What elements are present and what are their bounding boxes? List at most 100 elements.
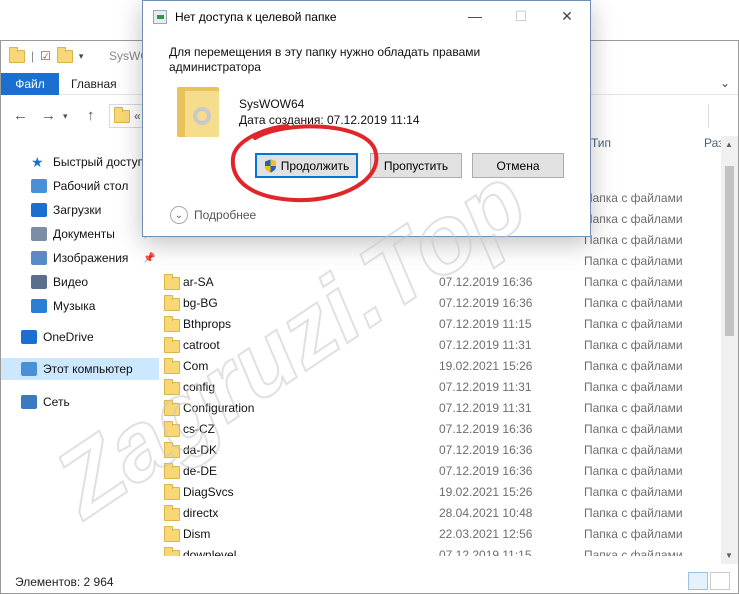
file-row[interactable]: ar-SA 07.12.2019 16:36 Папка с файлами (161, 272, 738, 293)
file-type: Папка с файлами (584, 254, 683, 268)
folder-icon (164, 526, 180, 542)
tab-home[interactable]: Главная (71, 77, 117, 91)
file-row[interactable]: Папка с файлами (161, 251, 738, 272)
chevron-down-icon[interactable]: ⌄ (720, 76, 730, 90)
sidebar-item[interactable]: ★ Быстрый доступ (1, 151, 159, 173)
scroll-up-icon[interactable]: ▲ (725, 140, 733, 149)
desktop-icon (31, 179, 47, 193)
sidebar-item-label: Документы (53, 227, 115, 241)
file-date: 07.12.2019 16:36 (439, 275, 533, 289)
sidebar-item[interactable]: Документы📌 (1, 223, 159, 245)
folder-icon (164, 358, 180, 374)
folder-icon (164, 484, 180, 500)
forward-arrow-icon[interactable]: → (41, 107, 56, 124)
file-row[interactable]: directx 28.04.2021 10:48 Папка с файлами (161, 503, 738, 524)
quick-access-toolbar: | ☑ ▾ (9, 46, 84, 63)
sidebar-item[interactable]: Изображения 📌 (1, 247, 159, 269)
dialog-message: Для перемещения в эту папку нужно облада… (169, 45, 481, 74)
details-toggle[interactable]: ⌄ Подробнее (170, 206, 256, 224)
file-date: 07.12.2019 16:36 (439, 422, 533, 436)
star-icon: ★ (31, 154, 44, 170)
file-name: Bthprops (183, 317, 232, 331)
file-date: 19.02.2021 15:26 (439, 359, 533, 373)
dialog-title: Нет доступа к целевой папке (175, 10, 337, 24)
sidebar-item[interactable]: Рабочий стол (1, 175, 159, 197)
file-date: 07.12.2019 11:15 (439, 317, 532, 331)
skip-button[interactable]: Пропустить (370, 153, 462, 178)
computer-icon (21, 362, 37, 376)
file-date: 07.12.2019 11:31 (439, 401, 532, 415)
close-icon[interactable]: ✕ (544, 1, 590, 31)
folder-icon (114, 106, 130, 123)
file-type: Папка с файлами (584, 443, 683, 457)
status-bar: Элементов: 2 964 (1, 571, 738, 593)
sidebar-item-label: Загрузки (53, 203, 102, 217)
large-icons-view-icon[interactable] (710, 572, 730, 590)
file-row[interactable]: bg-BG 07.12.2019 16:36 Папка с файлами (161, 293, 738, 314)
file-name: downlevel (183, 548, 237, 556)
file-type: Папка с файлами (584, 296, 683, 310)
file-row[interactable]: Configuration 07.12.2019 11:31 Папка с фай… (161, 398, 738, 419)
sidebar-item[interactable]: OneDrive (1, 326, 159, 348)
back-arrow-icon[interactable]: ← (13, 107, 28, 124)
folder-icon (164, 400, 180, 416)
sidebar-item-label: Этот компьютер (43, 362, 133, 376)
pictures-icon (31, 251, 47, 265)
file-name: ar-SA (183, 275, 214, 289)
file-row[interactable]: catroot 07.12.2019 11:31 Папка с файлами (161, 335, 738, 356)
file-name: Configuration (183, 401, 255, 415)
file-name: catroot (183, 338, 220, 352)
continue-button[interactable]: Продолжить (255, 153, 358, 178)
sidebar-item[interactable]: Этот компьютер (1, 358, 159, 380)
pin-icon[interactable]: 📌 (143, 253, 155, 264)
file-name: cs-CZ (183, 422, 215, 436)
up-arrow-icon[interactable]: ↑ (87, 107, 95, 124)
file-row[interactable]: downlevel 07.12.2019 11:15 Папка с файлами (161, 545, 738, 556)
new-folder-icon[interactable] (56, 46, 73, 63)
file-date: 07.12.2019 16:36 (439, 464, 533, 478)
file-row[interactable]: cs-CZ 07.12.2019 16:36 Папка с файлами (161, 419, 738, 440)
column-header-type[interactable]: Тип (591, 136, 611, 156)
access-denied-dialog: Нет доступа к целевой папке — ☐ ✕ Для пе… (142, 0, 591, 237)
properties-icon[interactable]: ☑ (40, 49, 51, 63)
folder-icon (164, 421, 180, 437)
qat-dropdown-icon[interactable]: ▾ (79, 51, 84, 62)
file-type: Папка с файлами (584, 401, 683, 415)
scroll-thumb[interactable] (725, 166, 734, 336)
details-view-icon[interactable] (688, 572, 708, 590)
network-icon (21, 395, 37, 409)
file-row[interactable]: da-DK 07.12.2019 16:36 Папка с файлами (161, 440, 738, 461)
folder-icon (164, 337, 180, 353)
recent-dropdown-icon[interactable]: ▾ (63, 111, 68, 122)
cloud-icon (21, 330, 37, 344)
sidebar-item-label: Быстрый доступ (53, 155, 145, 169)
folder-icon (177, 83, 219, 137)
file-row[interactable]: Dism 22.03.2021 12:56 Папка с файлами (161, 524, 738, 545)
file-row[interactable]: Bthprops 07.12.2019 11:15 Папка с файлами (161, 314, 738, 335)
cancel-button[interactable]: Отмена (472, 153, 564, 178)
vertical-scrollbar[interactable]: ▲ ▼ (721, 136, 738, 564)
sidebar-item-label: Сеть (43, 395, 70, 409)
file-date: 07.12.2019 11:15 (439, 548, 532, 556)
separator: | (31, 49, 35, 63)
download-icon (31, 203, 47, 217)
file-row[interactable]: config 07.12.2019 11:31 Папка с файлами (161, 377, 738, 398)
tab-file[interactable]: Файл (1, 73, 59, 95)
file-type: Папка с файлами (584, 317, 683, 331)
music-icon (31, 299, 47, 313)
scroll-down-icon[interactable]: ▼ (725, 551, 733, 560)
view-buttons (688, 572, 730, 590)
file-name: da-DK (183, 443, 218, 457)
file-row[interactable]: DiagSvcs 19.02.2021 15:26 Папка с файлами (161, 482, 738, 503)
sidebar-item[interactable]: Загрузки (1, 199, 159, 221)
search-box[interactable] (708, 104, 738, 128)
sidebar-item[interactable]: Сеть (1, 391, 159, 413)
sidebar-item[interactable]: Музыка (1, 295, 159, 317)
item-count: Элементов: 2 964 (15, 575, 114, 589)
chevron-down-icon: ⌄ (170, 206, 188, 224)
folder-icon (164, 547, 180, 556)
sidebar-item[interactable]: Видео (1, 271, 159, 293)
file-row[interactable]: de-DE 07.12.2019 16:36 Папка с файлами (161, 461, 738, 482)
file-row[interactable]: Com 19.02.2021 15:26 Папка с файлами (161, 356, 738, 377)
minimize-icon[interactable]: — (452, 1, 498, 31)
